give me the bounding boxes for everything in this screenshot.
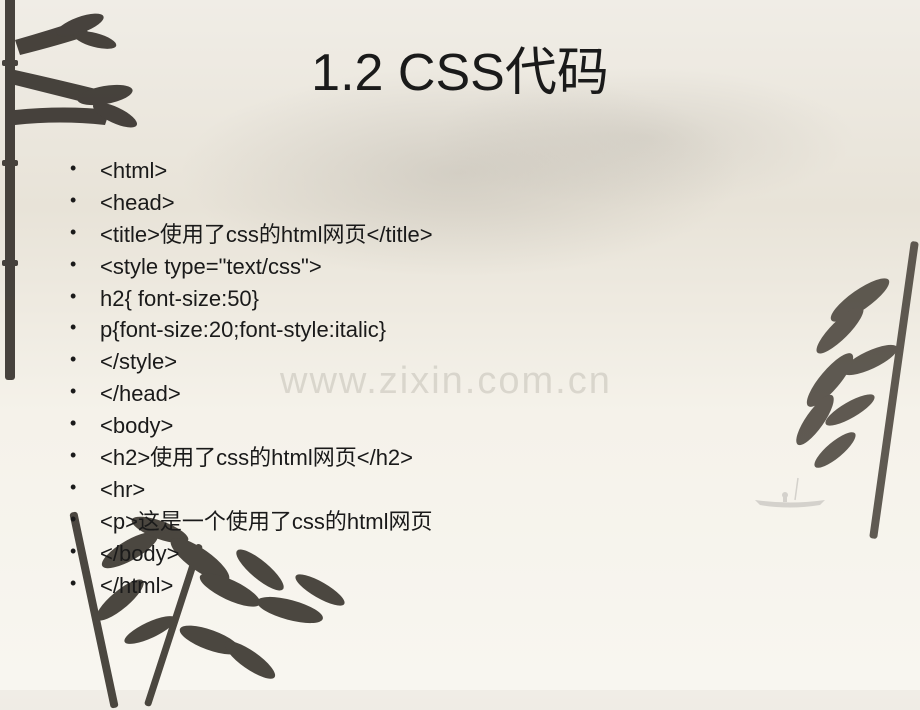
code-line: <html>	[70, 155, 870, 187]
code-line: <head>	[70, 187, 870, 219]
code-line: <hr>	[70, 474, 870, 506]
code-line: p{font-size:20;font-style:italic}	[70, 314, 870, 346]
code-line: h2{ font-size:50}	[70, 283, 870, 315]
slide-content: 1.2 CSS代码 <html> <head> <title>使用了css的ht…	[0, 0, 920, 621]
code-list: <html> <head> <title>使用了css的html网页</titl…	[50, 155, 870, 601]
code-line: </body>	[70, 538, 870, 570]
code-line: <body>	[70, 410, 870, 442]
code-line: <p>这是一个使用了css的html网页	[70, 506, 870, 538]
code-line: </style>	[70, 346, 870, 378]
code-line: </head>	[70, 378, 870, 410]
slide-title: 1.2 CSS代码	[50, 30, 870, 105]
code-line: </html>	[70, 570, 870, 602]
code-line: <title>使用了css的html网页</title>	[70, 219, 870, 251]
code-line: <h2>使用了css的html网页</h2>	[70, 442, 870, 474]
code-line: <style type="text/css">	[70, 251, 870, 283]
